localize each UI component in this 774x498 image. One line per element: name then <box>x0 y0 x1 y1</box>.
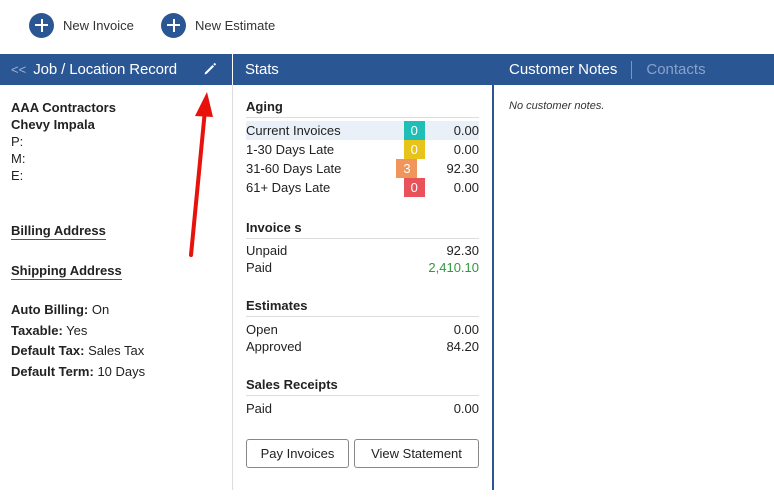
invoices-row-paid: Paid 2,410.10 <box>246 258 479 277</box>
row-name: Paid <box>246 401 273 416</box>
new-invoice-button[interactable]: New Invoice <box>29 12 134 38</box>
setting-auto-billing: Auto Billing: On <box>11 302 109 317</box>
setting-label: Default Tax: <box>11 343 85 358</box>
count-badge: 3 <box>396 159 418 178</box>
new-estimate-label: New Estimate <box>195 17 276 33</box>
tab-contacts[interactable]: Contacts <box>646 61 705 78</box>
notes-tabs: Customer Notes Contacts <box>494 54 774 85</box>
aging-row-name: 31-60 Days Late <box>246 161 342 176</box>
notes-empty-message: No customer notes. <box>509 100 605 112</box>
plus-circle-icon <box>161 12 186 38</box>
toolbar: New Invoice New Estimate <box>0 0 774 54</box>
receipts-row-paid: Paid 0.00 <box>246 399 479 418</box>
record-title: Job / Location Record <box>33 61 178 78</box>
pay-invoices-button[interactable]: Pay Invoices <box>246 439 349 468</box>
count-badge: 0 <box>403 121 425 140</box>
annotation-arrow <box>189 92 213 257</box>
pencil-icon[interactable] <box>203 62 217 76</box>
count-badge: 0 <box>403 140 425 159</box>
invoices-heading: Invoice s <box>246 220 479 239</box>
aging-row-1-30[interactable]: 1-30 Days Late 0 0.00 <box>246 140 479 159</box>
setting-default-tax: Default Tax: Sales Tax <box>11 343 144 358</box>
view-statement-button[interactable]: View Statement <box>354 439 479 468</box>
setting-label: Auto Billing: <box>11 302 89 317</box>
row-name: Unpaid <box>246 243 288 258</box>
setting-value: Sales Tax <box>88 343 145 358</box>
setting-value: 10 Days <box>97 364 146 379</box>
stats-header: Stats <box>233 54 492 85</box>
row-amount: 2,410.10 <box>428 260 479 275</box>
back-link[interactable]: << <box>11 62 26 77</box>
new-invoice-label: New Invoice <box>63 17 134 33</box>
record-header: << Job / Location Record <box>0 54 232 85</box>
setting-value: Yes <box>66 323 88 338</box>
count-badge: 0 <box>403 178 425 197</box>
shipping-address-link[interactable]: Shipping Address <box>11 263 122 280</box>
row-amount: 0.00 <box>453 322 479 337</box>
notes-panel-border <box>492 54 494 490</box>
aging-heading: Aging <box>246 99 479 118</box>
tab-customer-notes[interactable]: Customer Notes <box>509 61 617 78</box>
row-name: Approved <box>246 339 302 354</box>
setting-label: Taxable: <box>11 323 63 338</box>
tab-divider <box>631 60 633 79</box>
aging-row-61-plus[interactable]: 61+ Days Late 0 0.00 <box>246 178 479 197</box>
row-name: Paid <box>246 260 273 275</box>
setting-default-term: Default Term: 10 Days <box>11 364 145 379</box>
row-name: Open <box>246 322 278 337</box>
column-divider <box>232 85 233 490</box>
aging-row-amount: 0.00 <box>453 142 479 157</box>
aging-row-amount: 0.00 <box>453 123 479 138</box>
setting-value: On <box>91 302 110 317</box>
row-amount: 0.00 <box>453 401 479 416</box>
aging-row-name: 61+ Days Late <box>246 180 331 195</box>
aging-row-name: Current Invoices <box>246 123 341 138</box>
aging-row-31-60[interactable]: 31-60 Days Late 3 92.30 <box>246 159 479 178</box>
row-amount: 92.30 <box>446 243 479 258</box>
stats-title: Stats <box>245 61 279 78</box>
setting-taxable: Taxable: Yes <box>11 323 87 338</box>
setting-label: Default Term: <box>11 364 94 379</box>
aging-row-name: 1-30 Days Late <box>246 142 335 157</box>
aging-row-current[interactable]: Current Invoices 0 0.00 <box>246 121 479 140</box>
row-amount: 84.20 <box>446 339 479 354</box>
sales-receipts-heading: Sales Receipts <box>246 377 479 396</box>
new-estimate-button[interactable]: New Estimate <box>161 12 275 38</box>
estimates-heading: Estimates <box>246 298 479 317</box>
billing-address-link[interactable]: Billing Address <box>11 223 106 240</box>
aging-row-amount: 92.30 <box>446 161 479 176</box>
aging-row-amount: 0.00 <box>453 180 479 195</box>
estimates-row-approved: Approved 84.20 <box>246 337 479 356</box>
plus-circle-icon <box>29 12 54 38</box>
